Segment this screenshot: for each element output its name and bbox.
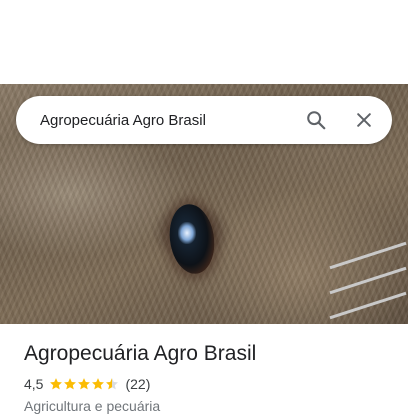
star-icon [92, 378, 105, 390]
search-input[interactable]: Agropecuária Agro Brasil [40, 112, 296, 129]
search-icon [307, 111, 326, 130]
star-icon [64, 378, 77, 390]
rating-value: 4,5 [24, 376, 44, 392]
close-icon [357, 113, 371, 127]
place-title: Agropecuária Agro Brasil [24, 342, 257, 365]
half-star-icon [106, 378, 119, 390]
rating-stars [49, 377, 119, 391]
top-blank-area [0, 0, 408, 84]
search-button[interactable] [296, 100, 336, 140]
photo-eye-reflection [178, 222, 196, 244]
review-count[interactable]: (22) [125, 376, 150, 392]
place-details-panel: Agropecuária Agro Brasil 4,5 (22) Agricu… [0, 324, 408, 414]
star-icon [78, 378, 91, 390]
clear-search-button[interactable] [344, 100, 384, 140]
rating-row[interactable]: 4,5 (22) [24, 376, 150, 392]
search-bar[interactable]: Agropecuária Agro Brasil [16, 96, 392, 144]
place-category: Agricultura e pecuária [24, 398, 161, 414]
star-icon [50, 378, 63, 390]
photo-fence [329, 234, 408, 324]
